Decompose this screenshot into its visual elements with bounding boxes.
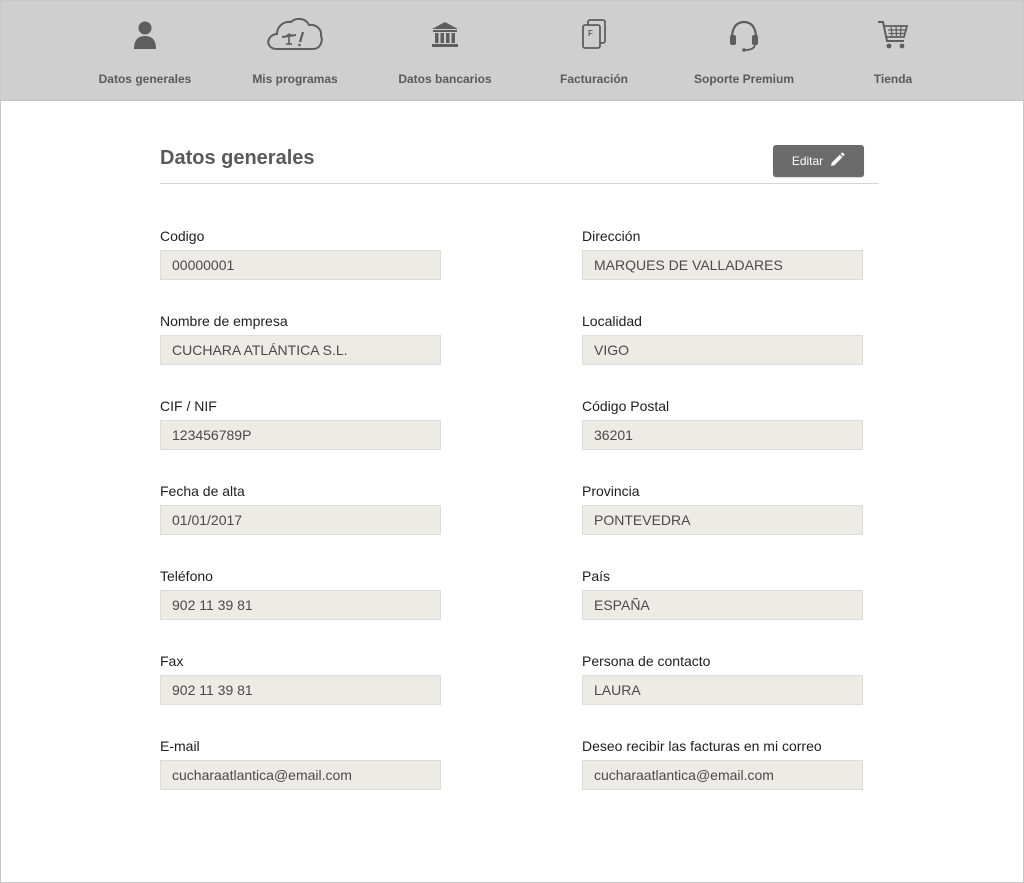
email-field[interactable]: cucharaatlantica@email.com	[160, 760, 441, 790]
field-email: E-mail cucharaatlantica@email.com	[160, 737, 441, 790]
nav-item-tienda[interactable]: Tienda	[818, 1, 968, 100]
field-codigo: Codigo 00000001	[160, 227, 441, 280]
fax-field[interactable]: 902 11 39 81	[160, 675, 441, 705]
provincia-field[interactable]: PONTEVEDRA	[582, 505, 863, 535]
svg-text:F: F	[588, 29, 593, 38]
field-label: Provincia	[582, 483, 640, 499]
field-provincia: Provincia PONTEVEDRA	[582, 482, 863, 535]
field-correo-facturas: Deseo recibir las facturas en mi correo …	[582, 737, 863, 790]
codigo-postal-field[interactable]: 36201	[582, 420, 863, 450]
field-label: Fax	[160, 653, 184, 669]
localidad-field[interactable]: VIGO	[582, 335, 863, 365]
field-persona-contacto: Persona de contacto LAURA	[582, 652, 863, 705]
headset-icon	[727, 15, 761, 55]
pencil-icon	[829, 152, 845, 171]
field-label: Codigo	[160, 228, 205, 244]
page-title: Datos generales	[160, 147, 315, 169]
field-fecha-alta: Fecha de alta 01/01/2017	[160, 482, 441, 535]
field-label: País	[582, 568, 611, 584]
nav-item-mis-programas[interactable]: Mis programas	[220, 1, 370, 100]
field-fax: Fax 902 11 39 81	[160, 652, 441, 705]
nav-label: Datos generales	[98, 72, 192, 86]
cart-icon	[876, 15, 910, 55]
field-direccion: Dirección MARQUES DE VALLADARES	[582, 227, 863, 280]
nav-item-datos-bancarios[interactable]: Datos bancarios	[370, 1, 520, 100]
pais-field[interactable]: ESPAÑA	[582, 590, 863, 620]
title-divider	[160, 183, 879, 184]
field-nombre-empresa: Nombre de empresa CUCHARA ATLÁNTICA S.L.	[160, 312, 441, 365]
field-label: CIF / NIF	[160, 398, 217, 414]
field-codigo-postal: Código Postal 36201	[582, 397, 863, 450]
codigo-field[interactable]: 00000001	[160, 250, 441, 280]
field-label: Deseo recibir las facturas en mi correo	[582, 738, 822, 754]
field-label: Persona de contacto	[582, 653, 711, 669]
field-localidad: Localidad VIGO	[582, 312, 863, 365]
correo-facturas-field[interactable]: cucharaatlantica@email.com	[582, 760, 863, 790]
cif-nif-field[interactable]: 123456789P	[160, 420, 441, 450]
field-label: Localidad	[582, 313, 642, 329]
cloud-programs-icon	[265, 15, 325, 55]
field-label: Código Postal	[582, 398, 670, 414]
field-label: E-mail	[160, 738, 200, 754]
nav-label: Tienda	[873, 72, 913, 86]
nav-label: Soporte Premium	[693, 72, 795, 86]
edit-button-label: Editar	[791, 154, 824, 168]
field-label: Nombre de empresa	[160, 313, 288, 329]
field-label: Dirección	[582, 228, 641, 244]
nav-label: Datos bancarios	[398, 72, 492, 86]
field-telefono: Teléfono 902 11 39 81	[160, 567, 441, 620]
persona-contacto-field[interactable]: LAURA	[582, 675, 863, 705]
field-pais: País ESPAÑA	[582, 567, 863, 620]
nav-item-facturacion[interactable]: F Facturación	[519, 1, 669, 100]
nav-item-soporte-premium[interactable]: Soporte Premium	[669, 1, 819, 100]
telefono-field[interactable]: 902 11 39 81	[160, 590, 441, 620]
invoice-icon: F	[580, 15, 608, 55]
nav-label: Facturación	[559, 72, 628, 86]
edit-button[interactable]: Editar	[773, 145, 864, 177]
nav-item-datos-generales[interactable]: Datos generales	[70, 1, 220, 100]
field-cif-nif: CIF / NIF 123456789P	[160, 397, 441, 450]
app-frame: Datos generales Mis programas Datos banc…	[0, 0, 1024, 883]
field-label: Teléfono	[160, 568, 213, 584]
bank-icon	[430, 15, 460, 55]
fecha-alta-field[interactable]: 01/01/2017	[160, 505, 441, 535]
user-icon	[132, 15, 158, 55]
nav-label: Mis programas	[252, 72, 338, 86]
top-navigation: Datos generales Mis programas Datos banc…	[1, 1, 1023, 101]
field-label: Fecha de alta	[160, 483, 245, 499]
direccion-field[interactable]: MARQUES DE VALLADARES	[582, 250, 863, 280]
nombre-empresa-field[interactable]: CUCHARA ATLÁNTICA S.L.	[160, 335, 441, 365]
